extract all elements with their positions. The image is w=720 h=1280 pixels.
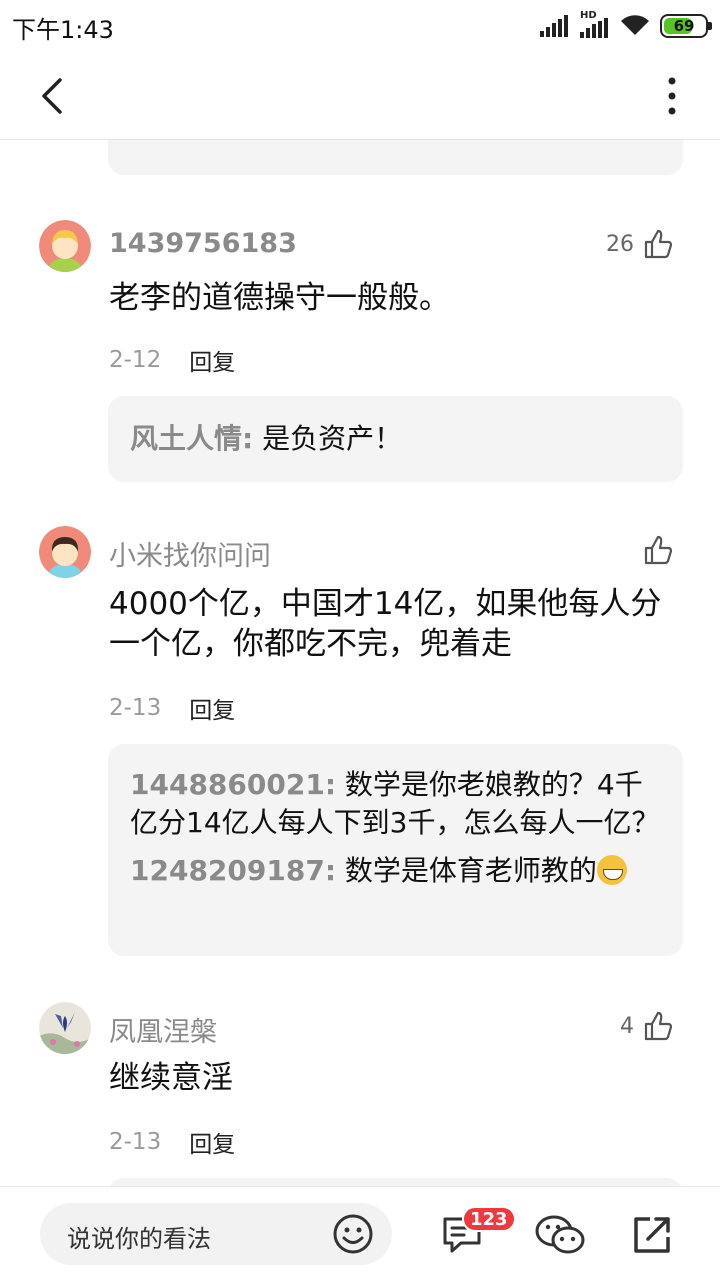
like-count: 26 <box>606 231 634 257</box>
comment-date: 2-13 <box>109 1129 162 1155</box>
like-button[interactable] <box>634 534 674 566</box>
nav-bar <box>0 52 720 140</box>
comment-input[interactable]: 说说你的看法 <box>40 1203 392 1265</box>
comment-author[interactable]: 1439756183 <box>109 228 297 259</box>
battery-level: 69 <box>673 17 695 35</box>
reply-line: 风土人情: 是负资产！ <box>130 420 661 458</box>
thumbs-up-icon <box>644 229 673 259</box>
comment-meta: 2-13 回复 <box>109 691 235 725</box>
signal-hd-icon: HD <box>580 10 610 38</box>
comment-author[interactable]: 凤凰涅槃 <box>109 1010 217 1049</box>
reply-button[interactable]: 回复 <box>189 1125 235 1159</box>
avatar[interactable] <box>39 1002 91 1054</box>
chevron-left-icon <box>42 78 62 114</box>
reply-box-clipped <box>108 1178 683 1186</box>
status-icons: HD 69 <box>540 10 712 40</box>
more-button[interactable] <box>660 76 684 116</box>
like-button[interactable]: 26 <box>606 228 674 260</box>
share-icon[interactable] <box>630 1213 674 1257</box>
status-bar: 下午1:43 HD 69 <box>0 0 720 52</box>
reply-line: 1448860021: 数学是你老娘教的？4千亿分14亿人每人下到3千，怎么每人… <box>130 766 661 842</box>
reply-text: 是负资产！ <box>253 422 403 455</box>
comment-date: 2-12 <box>109 347 162 373</box>
reply-user[interactable]: 1448860021: <box>130 768 336 801</box>
avatar[interactable] <box>39 220 91 272</box>
battery-icon: 69 <box>660 14 712 38</box>
reply-user[interactable]: 风土人情: <box>130 422 253 455</box>
reply-box[interactable]: 1448860021: 数学是你老娘教的？4千亿分14亿人每人下到3千，怎么每人… <box>108 744 683 956</box>
comment-text: 4000个亿，中国才14亿，如果他每人分一个亿，你都吃不完，兜着走 <box>109 586 662 662</box>
reply-button[interactable]: 回复 <box>189 691 235 725</box>
status-time: 下午1:43 <box>12 16 114 44</box>
bottom-bar: 说说你的看法 <box>0 1186 720 1280</box>
comment-input-placeholder: 说说你的看法 <box>67 1225 211 1253</box>
reply-line: 1248209187: 数学是体育老师教的 <box>130 852 661 890</box>
comment-date: 2-13 <box>109 695 162 721</box>
comment-text: 继续意淫 <box>109 1060 233 1096</box>
comment-list[interactable]: 1439756183 26 老李的道德操守一般般。 2-12 回复 风土人情: … <box>0 140 720 1186</box>
reply-box-clipped <box>108 140 683 175</box>
comment-meta: 2-13 回复 <box>109 1125 235 1159</box>
comment-meta: 2-12 回复 <box>109 343 235 377</box>
wechat-share-icon[interactable] <box>534 1213 586 1257</box>
wifi-icon <box>621 15 649 35</box>
comment-author[interactable]: 小米找你问问 <box>109 534 271 573</box>
reply-user[interactable]: 1248209187: <box>130 854 336 887</box>
reply-box[interactable]: 风土人情: 是负资产！ <box>108 396 683 482</box>
grin-emoji-icon <box>596 855 627 885</box>
more-vertical-icon <box>668 77 676 115</box>
signal-icon <box>540 15 568 37</box>
reply-text: 数学是体育老师教的 <box>336 854 597 887</box>
like-button[interactable]: 4 <box>620 1010 674 1042</box>
thumbs-up-icon <box>644 535 673 565</box>
comment-text: 老李的道德操守一般般。 <box>109 280 450 316</box>
avatar[interactable] <box>39 526 91 578</box>
emoji-icon[interactable] <box>332 1213 374 1255</box>
like-count: 4 <box>620 1013 634 1039</box>
reply-button[interactable]: 回复 <box>189 343 235 377</box>
back-button[interactable] <box>34 76 74 116</box>
comment-count-badge: 123 <box>462 1206 516 1232</box>
thumbs-up-icon <box>644 1011 673 1041</box>
